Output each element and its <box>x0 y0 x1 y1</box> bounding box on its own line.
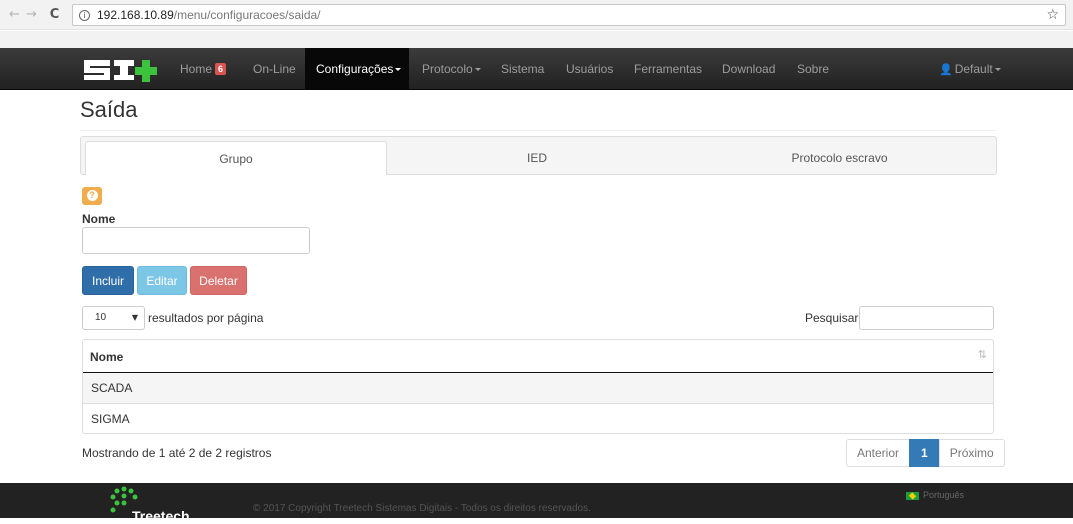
nav-online[interactable]: On-Line <box>253 48 296 90</box>
tab-bar: Grupo IED Protocolo escravo <box>80 136 997 175</box>
back-arrow-icon[interactable]: ← <box>6 7 23 22</box>
url-path: /menu/configuracoes/saida/ <box>173 8 321 22</box>
footer-brand: Treetech <box>132 508 190 524</box>
brazil-flag-icon <box>906 491 919 500</box>
caret-down-icon <box>474 68 481 72</box>
name-input[interactable] <box>82 227 310 254</box>
dropdown-arrow-icon: ▼ <box>131 313 138 322</box>
page-length-label: resultados por página <box>148 311 264 325</box>
browser-toolbar: ← → C i 192.168.10.89/menu/configuracoes… <box>0 0 1073 30</box>
reload-icon[interactable]: C <box>46 7 63 22</box>
nav-usuarios[interactable]: Usuários <box>566 48 613 90</box>
address-bar[interactable]: i 192.168.10.89/menu/configuracoes/saida… <box>72 4 1066 26</box>
data-table: Nome ⇅ SCADA SIGMA <box>82 339 994 434</box>
include-button[interactable]: Incluir <box>82 266 134 295</box>
nav-sistema[interactable]: Sistema <box>501 48 544 90</box>
name-field-label: Nome <box>82 212 116 226</box>
top-navbar: Home 6 On-Line Configurações Protocolo Si… <box>0 48 1073 90</box>
info-icon[interactable]: i <box>79 9 90 21</box>
nav-protocolo-label: Protocolo <box>422 62 473 76</box>
table-row[interactable]: SIGMA <box>83 403 993 433</box>
nav-protocolo[interactable]: Protocolo <box>422 48 481 90</box>
nav-sistema-label: Sistema <box>501 62 545 76</box>
user-icon: 👤 <box>939 63 953 76</box>
nav-online-label: On-Line <box>253 62 296 76</box>
previous-page-button[interactable]: Anterior <box>846 439 911 467</box>
nav-ferramentas[interactable]: Ferramentas <box>634 48 702 90</box>
nav-home-label: Home <box>180 62 213 76</box>
bookmark-star-icon[interactable]: ☆ <box>1046 7 1059 23</box>
tab-protocolo-escravo[interactable]: Protocolo escravo <box>687 141 992 175</box>
column-header-nome[interactable]: Nome <box>90 350 123 364</box>
caret-down-icon <box>395 68 402 72</box>
question-icon: ? <box>86 190 98 201</box>
caret-down-icon <box>994 68 1001 72</box>
user-name: Default <box>954 62 993 76</box>
nav-ferramentas-label: Ferramentas <box>634 62 703 76</box>
next-page-button[interactable]: Próximo <box>938 439 1005 467</box>
tab-ied[interactable]: IED <box>387 141 687 175</box>
language-selector[interactable]: Português <box>906 490 964 500</box>
help-button[interactable]: ? <box>82 187 102 205</box>
sort-icon[interactable]: ⇅ <box>978 348 987 361</box>
nav-download-label: Download <box>722 62 776 76</box>
user-menu[interactable]: 👤 Default <box>939 48 1001 90</box>
page-length-select[interactable]: 10 ▼ <box>82 306 145 330</box>
nav-configuracoes[interactable]: Configurações <box>305 48 409 90</box>
footer: Treetech © 2017 Copyright Treetech Siste… <box>0 483 1073 524</box>
url-host: 192.168.10.89 <box>97 8 174 22</box>
page-1-button[interactable]: 1 <box>909 439 940 467</box>
pagination: Anterior 1 Próximo <box>846 439 1005 467</box>
nav-download[interactable]: Download <box>722 48 775 90</box>
edit-button[interactable]: Editar <box>137 266 187 295</box>
page-title: Saída <box>80 97 138 122</box>
copyright-text: © 2017 Copyright Treetech Sistemas Digit… <box>253 503 591 514</box>
title-divider <box>80 130 996 131</box>
forward-arrow-icon[interactable]: → <box>23 7 40 22</box>
delete-button[interactable]: Deletar <box>190 266 247 295</box>
nav-configuracoes-label: Configurações <box>316 62 394 76</box>
page-length-value: 10 <box>95 312 107 323</box>
nav-sobre[interactable]: Sobre <box>797 48 829 90</box>
brand-logo[interactable] <box>82 54 164 84</box>
table-info: Mostrando de 1 até 2 de 2 registros <box>82 446 272 460</box>
language-label: Português <box>923 490 965 500</box>
table-row[interactable]: SCADA <box>83 373 993 403</box>
search-label: Pesquisar <box>805 311 859 325</box>
browser-gap <box>0 31 1073 48</box>
table-header[interactable]: Nome ⇅ <box>83 340 993 373</box>
nav-home[interactable]: Home 6 <box>180 48 227 90</box>
search-input[interactable] <box>859 306 994 330</box>
notification-badge: 6 <box>215 63 227 75</box>
tab-grupo[interactable]: Grupo <box>85 141 387 175</box>
nav-sobre-label: Sobre <box>797 62 830 76</box>
nav-usuarios-label: Usuários <box>566 62 614 76</box>
